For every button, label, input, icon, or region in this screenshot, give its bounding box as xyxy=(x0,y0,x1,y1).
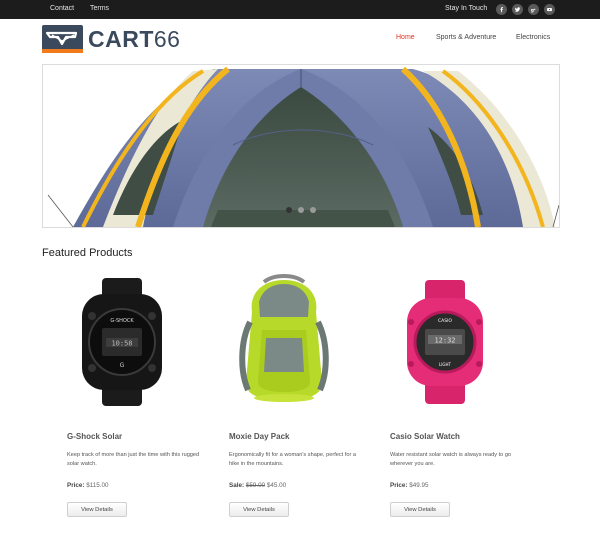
featured-products-title: Featured Products xyxy=(42,247,133,259)
product-name[interactable]: Moxie Day Pack xyxy=(229,432,289,441)
product-image[interactable] xyxy=(204,272,364,412)
product-card: Moxie Day Pack Ergonomically fit for a w… xyxy=(204,272,364,522)
price-value: $115.00 xyxy=(86,482,109,489)
site-header: CART66 Home Sports & Adventure Electroni… xyxy=(0,19,600,61)
product-description: Keep track of more than just the time wi… xyxy=(67,452,200,467)
nav-sports-adventure[interactable]: Sports & Adventure xyxy=(436,34,496,41)
price-value: $49.95 xyxy=(409,482,429,489)
backpack-image xyxy=(239,274,329,402)
stay-in-touch-label: Stay In Touch xyxy=(445,5,488,12)
view-details-button[interactable]: View Details xyxy=(390,502,450,517)
product-price: Sale: $59.00 $45.00 xyxy=(229,482,286,489)
cart66-logo[interactable]: CART66 xyxy=(42,25,182,55)
view-details-button[interactable]: View Details xyxy=(229,502,289,517)
logo-text-bold: CART xyxy=(88,26,154,52)
product-name[interactable]: G-Shock Solar xyxy=(67,432,122,441)
hero-slider[interactable] xyxy=(42,64,560,228)
nav-electronics[interactable]: Electronics xyxy=(516,34,550,41)
product-card: G-SHOCK 10:58 G G-Shock Solar Keep track… xyxy=(42,272,202,522)
svg-text:10:58: 10:58 xyxy=(111,340,132,348)
product-name[interactable]: Casio Solar Watch xyxy=(390,432,460,441)
view-details-button[interactable]: View Details xyxy=(67,502,127,517)
google-plus-icon[interactable]: g xyxy=(528,4,539,15)
svg-text:g: g xyxy=(531,8,534,13)
svg-text:LIGHT: LIGHT xyxy=(439,362,452,367)
terms-link[interactable]: Terms xyxy=(90,5,109,12)
gshock-watch-image: G-SHOCK 10:58 G xyxy=(82,278,162,406)
svg-text:CASIO: CASIO xyxy=(438,318,452,324)
slider-dot-2[interactable] xyxy=(298,207,304,213)
casio-watch-image: 12:32 CASIO LIGHT xyxy=(407,280,483,404)
product-image[interactable]: 12:32 CASIO LIGHT xyxy=(365,272,525,412)
product-description: Water resistant solar watch is always re… xyxy=(390,452,512,467)
slider-dot-1[interactable] xyxy=(286,207,292,213)
price-label: Sale: xyxy=(229,482,245,489)
svg-text:G-SHOCK: G-SHOCK xyxy=(110,318,134,324)
product-description: Ergonomically fit for a woman's shape, p… xyxy=(229,452,356,467)
product-price: Price: $115.00 xyxy=(67,482,109,489)
price-value: $45.00 xyxy=(266,482,287,489)
product-image[interactable]: G-SHOCK 10:58 G xyxy=(42,272,202,412)
tent-image xyxy=(43,65,559,227)
contact-link[interactable]: Contact xyxy=(50,5,74,12)
nav-home[interactable]: Home xyxy=(396,34,415,41)
logo-text: CART66 xyxy=(88,26,180,52)
product-price: Price: $49.95 xyxy=(390,482,429,489)
price-label: Price: xyxy=(390,482,408,489)
old-price: $59.00 xyxy=(245,482,266,489)
svg-text:12:32: 12:32 xyxy=(434,337,455,345)
youtube-icon[interactable] xyxy=(544,4,555,15)
svg-text:G: G xyxy=(120,362,125,369)
price-label: Price: xyxy=(67,482,85,489)
slider-dot-3[interactable] xyxy=(310,207,316,213)
product-card: 12:32 CASIO LIGHT Casio Solar Watch Wate… xyxy=(365,272,525,522)
twitter-icon[interactable] xyxy=(512,4,523,15)
logo-text-number: 66 xyxy=(153,26,181,52)
top-bar: Contact Terms Stay In Touch g xyxy=(0,0,600,19)
facebook-icon[interactable] xyxy=(496,4,507,15)
logo-icon xyxy=(42,25,83,53)
